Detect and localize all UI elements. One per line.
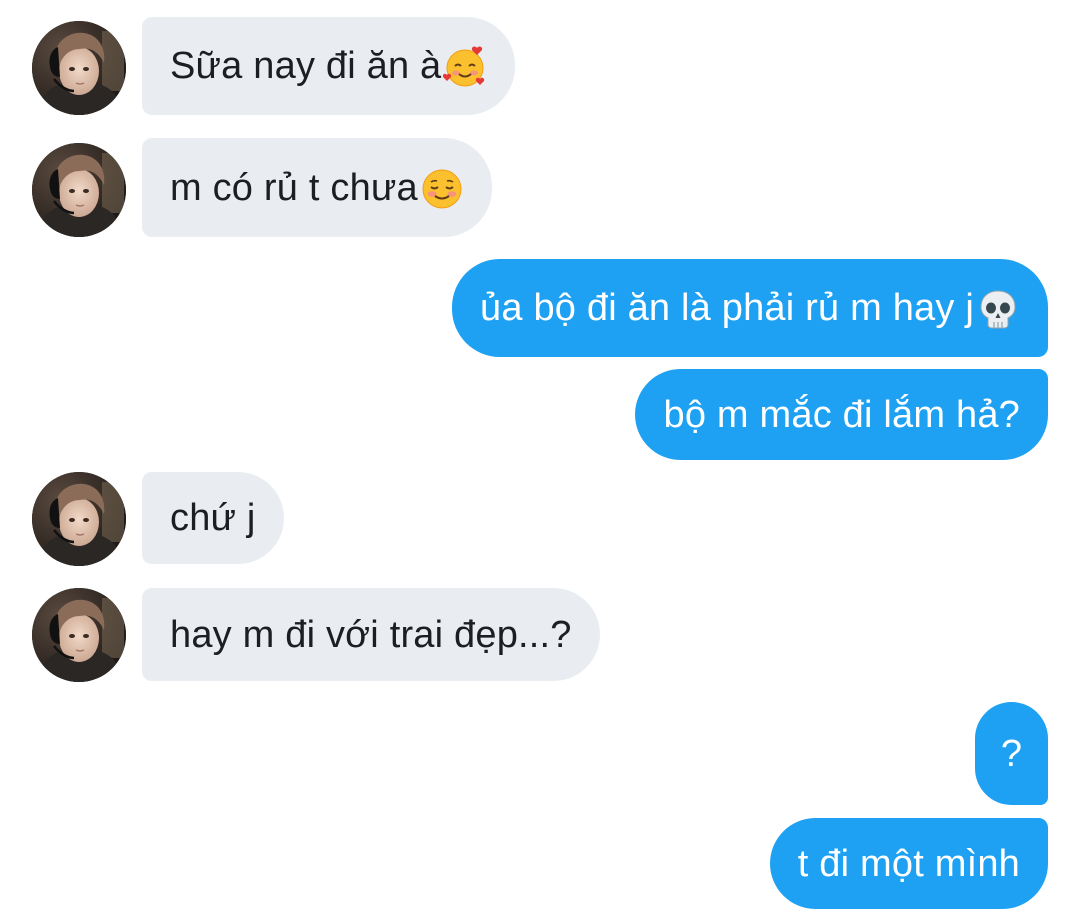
contact-avatar[interactable] <box>32 472 126 566</box>
message-bubble-incoming[interactable]: m có rủ t chưa <box>142 138 492 237</box>
contact-avatar[interactable] <box>32 143 126 237</box>
message-bubble-outgoing[interactable]: ? <box>975 702 1048 805</box>
message-text: Sữa nay đi ăn à <box>170 45 442 87</box>
message-text: hay m đi với trai đẹp...? <box>170 613 572 656</box>
message-bubble-outgoing[interactable]: bộ m mắc đi lắm hả? <box>635 369 1048 460</box>
message-bubble-incoming[interactable]: chứ j <box>142 472 284 564</box>
contact-avatar[interactable] <box>32 588 126 682</box>
message-text: m có rủ t chưa <box>170 166 418 209</box>
message-text: ? <box>1000 732 1023 775</box>
message-text: bộ m mắc đi lắm hả? <box>663 393 1020 436</box>
message-text: chứ j <box>170 497 256 539</box>
message-text: ủa bộ đi ăn là phải rủ m hay j <box>480 287 974 329</box>
message-bubble-outgoing[interactable]: t đi một mình <box>769 818 1048 909</box>
contact-avatar[interactable] <box>32 21 126 115</box>
message-bubble-incoming[interactable]: hay m đi với trai đẹp...? <box>142 588 600 681</box>
skull-icon <box>976 287 1020 331</box>
message-bubble-incoming[interactable]: Sữa nay đi ăn à <box>142 17 516 115</box>
smiling-face-with-hearts-icon <box>443 45 487 89</box>
message-bubble-outgoing[interactable]: ủa bộ đi ăn là phải rủ m hay j <box>452 259 1048 357</box>
message-text: t đi một mình <box>797 842 1020 885</box>
smiling-face-icon <box>420 167 464 211</box>
